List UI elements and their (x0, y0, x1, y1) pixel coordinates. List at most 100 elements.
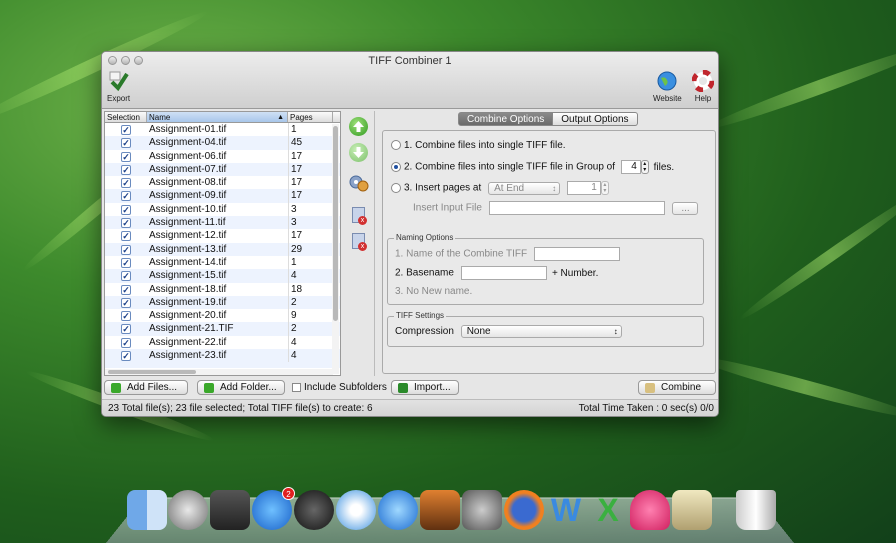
word-icon[interactable]: W (546, 490, 586, 530)
table-row[interactable]: ✓ Assignment-20.tif 9 (105, 309, 340, 323)
move-down-button[interactable] (349, 143, 368, 162)
row-checkbox-cell[interactable]: ✓ (105, 269, 147, 282)
naming-option-1[interactable]: 1. Name of the Combine TIFF (395, 247, 621, 261)
table-row[interactable]: ✓ Assignment-11.tif 3 (105, 216, 340, 230)
row-checkbox[interactable]: ✓ (121, 151, 131, 162)
group-stepper[interactable]: ▴ ▾ (640, 160, 649, 174)
header-name[interactable]: Name ▲ (147, 112, 288, 122)
row-checkbox[interactable]: ✓ (121, 351, 131, 362)
scroll-thumb[interactable] (333, 126, 338, 321)
table-row[interactable]: ✓ Assignment-07.tif 17 (105, 162, 340, 177)
settings-gears-icon[interactable] (348, 173, 370, 193)
itunes-icon[interactable] (378, 490, 418, 530)
checkbox-box[interactable] (292, 382, 301, 392)
website-button[interactable]: Website (653, 70, 682, 103)
page-stepper[interactable]: ▴ ▾ (600, 181, 609, 195)
insert-input-field[interactable] (488, 201, 665, 215)
browse-button[interactable]: ... (672, 201, 699, 215)
excel-icon[interactable]: X (588, 490, 628, 530)
row-checkbox-cell[interactable]: ✓ (105, 203, 147, 216)
table-row[interactable]: ✓ Assignment-09.tif 17 (105, 189, 340, 203)
trash-icon[interactable] (736, 490, 776, 530)
row-checkbox[interactable]: ✓ (121, 231, 131, 242)
option-3-row[interactable]: 3. Insert pages at At End ↕ 1 ▴ ▾ (391, 181, 609, 195)
documents-stack-icon[interactable] (672, 490, 712, 530)
row-checkbox[interactable]: ✓ (121, 337, 131, 348)
row-checkbox-cell[interactable]: ✓ (105, 283, 147, 296)
table-row[interactable]: ✓ Assignment-14.tif 1 (105, 255, 340, 270)
mission-control-icon[interactable] (294, 490, 334, 530)
header-selection[interactable]: Selection (105, 112, 147, 122)
row-checkbox-cell[interactable]: ✓ (105, 189, 147, 202)
row-checkbox-cell[interactable]: ✓ (105, 296, 147, 309)
row-checkbox[interactable]: ✓ (121, 257, 131, 268)
row-checkbox[interactable]: ✓ (121, 191, 131, 202)
option-1-radio[interactable] (391, 140, 401, 151)
table-row[interactable]: ✓ Assignment-18.tif 18 (105, 282, 340, 296)
row-checkbox[interactable]: ✓ (121, 218, 131, 229)
row-checkbox-cell[interactable]: ✓ (105, 322, 147, 335)
help-button[interactable]: Help (692, 70, 714, 103)
option-3-radio[interactable] (391, 183, 401, 193)
move-up-button[interactable] (349, 117, 368, 136)
table-row[interactable]: ✓ Assignment-23.tif 4 (105, 349, 340, 363)
row-checkbox[interactable]: ✓ (121, 324, 131, 335)
option-1-row[interactable]: 1. Combine files into single TIFF file. (391, 140, 566, 151)
row-checkbox-cell[interactable]: ✓ (105, 216, 147, 229)
firefox-icon[interactable] (504, 490, 544, 530)
finder-icon[interactable] (127, 490, 167, 530)
row-checkbox-cell[interactable]: ✓ (105, 229, 147, 242)
iphoto-icon[interactable] (420, 490, 460, 530)
row-checkbox[interactable]: ✓ (121, 164, 131, 175)
naming-option-2[interactable]: 2. Basename + Number. (395, 266, 598, 280)
table-row[interactable]: ✓ Assignment-13.tif 29 (105, 242, 340, 256)
add-files-button[interactable]: Add Files... (104, 380, 188, 395)
tab-combine-options[interactable]: Combine Options (458, 112, 554, 126)
table-row[interactable]: ✓ Assignment-04.tif 45 (105, 136, 340, 150)
export-button[interactable]: Export (107, 70, 130, 103)
hscroll-thumb[interactable] (108, 370, 196, 374)
horizontal-scrollbar[interactable] (105, 369, 333, 375)
app-store-icon[interactable]: 2 (252, 487, 295, 530)
row-checkbox-cell[interactable]: ✓ (105, 243, 147, 256)
row-checkbox[interactable]: ✓ (121, 125, 131, 135)
row-checkbox[interactable]: ✓ (121, 244, 131, 255)
table-row[interactable]: ✓ Assignment-10.tif 3 (105, 202, 340, 217)
row-checkbox-cell[interactable]: ✓ (105, 349, 147, 362)
include-subfolders-checkbox[interactable]: Include Subfolders (292, 382, 387, 393)
option-2-radio[interactable] (391, 162, 401, 172)
safari-icon[interactable] (336, 490, 376, 530)
table-row[interactable]: ✓ Assignment-22.tif 4 (105, 335, 340, 350)
page-number-field[interactable]: 1 (566, 181, 601, 195)
combine-name-field[interactable] (534, 247, 621, 261)
row-checkbox-cell[interactable]: ✓ (105, 163, 147, 176)
row-checkbox[interactable]: ✓ (121, 297, 131, 308)
dashboard-icon[interactable] (210, 490, 250, 530)
basename-field[interactable] (460, 266, 547, 280)
row-checkbox-cell[interactable]: ✓ (105, 150, 147, 163)
combine-button[interactable]: Combine (638, 380, 716, 395)
row-checkbox-cell[interactable]: ✓ (105, 176, 147, 189)
row-checkbox-cell[interactable]: ✓ (105, 256, 147, 269)
table-row[interactable]: ✓ Assignment-06.tif 17 (105, 149, 340, 163)
table-row[interactable]: ✓ Assignment-08.tif 17 (105, 176, 340, 190)
table-row[interactable]: ✓ Assignment-15.tif 4 (105, 269, 340, 283)
row-checkbox-cell[interactable]: ✓ (105, 136, 147, 149)
system-preferences-icon[interactable] (462, 490, 502, 530)
table-row[interactable]: ✓ Assignment-19.tif 2 (105, 295, 340, 310)
naming-option-3[interactable]: 3. No New name. (395, 286, 472, 297)
launchpad-icon[interactable] (168, 490, 208, 530)
option-2-row[interactable]: 2. Combine files into single TIFF file i… (391, 160, 674, 174)
row-checkbox[interactable]: ✓ (121, 178, 131, 189)
add-folder-button[interactable]: Add Folder... (197, 380, 285, 395)
vertical-scrollbar[interactable] (332, 124, 339, 374)
row-checkbox[interactable]: ✓ (121, 271, 131, 282)
heart-app-icon[interactable] (630, 490, 670, 530)
row-checkbox[interactable]: ✓ (121, 204, 131, 215)
row-checkbox[interactable]: ✓ (121, 138, 131, 149)
row-checkbox-cell[interactable]: ✓ (105, 309, 147, 322)
file-list[interactable]: Selection Name ▲ Pages ✓ Assignment-01.tif… (104, 111, 341, 376)
insert-position-select[interactable]: At End ↕ (488, 181, 561, 195)
remove-file-button[interactable]: x (352, 207, 367, 225)
table-row[interactable]: ✓ Assignment-01.tif 1 (105, 123, 340, 137)
